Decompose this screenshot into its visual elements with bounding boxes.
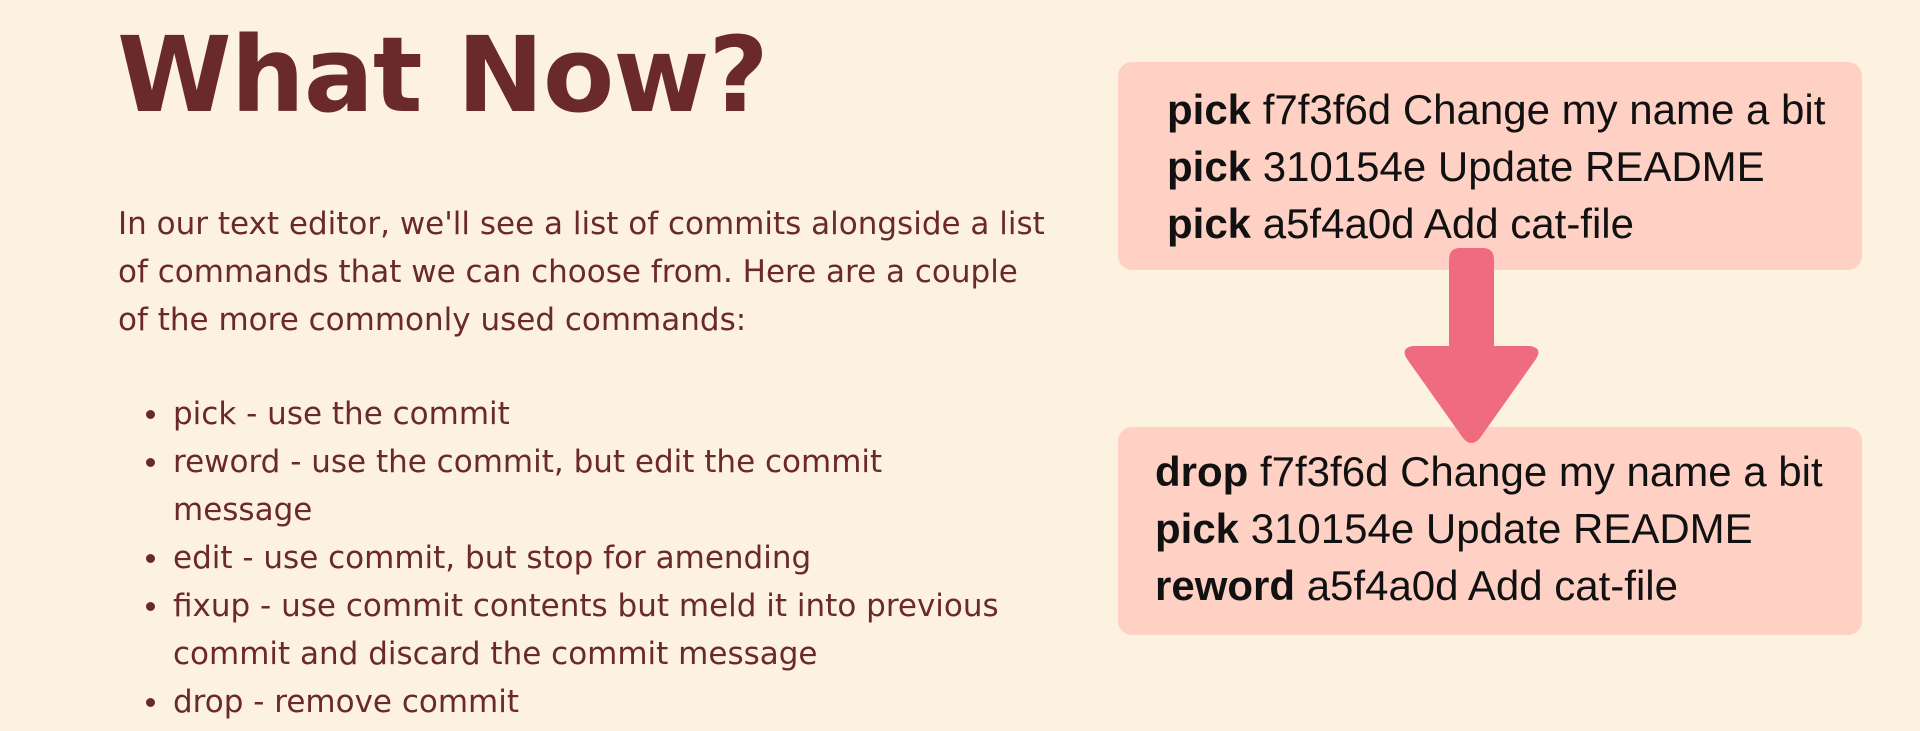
rebase-line: pick 310154e Update README: [1167, 138, 1862, 195]
rebase-line: pick f7f3f6d Change my name a bit: [1167, 81, 1862, 138]
list-item: edit - use commit, but stop for amending: [118, 534, 1018, 582]
list-item-text: fixup - use commit contents but meld it …: [173, 588, 999, 672]
list-item: drop - remove commit: [118, 678, 1018, 726]
rebase-command: pick: [1155, 505, 1240, 552]
list-item-text: pick - use the commit: [173, 396, 510, 432]
rebase-after-box: drop f7f3f6d Change my name a bit pick 3…: [1118, 427, 1862, 635]
rebase-commit: f7f3f6d Change my name a bit: [1251, 86, 1826, 133]
rebase-commit: f7f3f6d Change my name a bit: [1248, 448, 1823, 495]
bullet-icon: [146, 410, 155, 419]
list-item-text: edit - use commit, but stop for amending: [173, 540, 812, 576]
bullet-icon: [146, 458, 155, 467]
bullet-icon: [146, 554, 155, 563]
rebase-line: drop f7f3f6d Change my name a bit: [1155, 443, 1862, 500]
rebase-command: pick: [1167, 200, 1252, 247]
list-item: fixup - use commit contents but meld it …: [118, 582, 1018, 678]
page-title: What Now?: [117, 14, 769, 136]
bullet-icon: [146, 698, 155, 707]
rebase-commit: 310154e Update README: [1239, 505, 1753, 552]
down-arrow-shape: [1404, 248, 1539, 443]
rebase-commit: 310154e Update README: [1251, 143, 1765, 190]
rebase-line: reword a5f4a0d Add cat-file: [1155, 557, 1862, 614]
bullet-icon: [146, 602, 155, 611]
rebase-command: drop: [1155, 448, 1249, 495]
down-arrow-icon: [1404, 248, 1539, 443]
rebase-command: pick: [1167, 86, 1252, 133]
list-item: pick - use the commit: [118, 390, 1018, 438]
rebase-command: reword: [1155, 562, 1296, 609]
rebase-command: pick: [1167, 143, 1252, 190]
intro-paragraph: In our text editor, we'll see a list of …: [118, 206, 1045, 338]
rebase-line: pick 310154e Update README: [1155, 500, 1862, 557]
list-item-text: drop - remove commit: [173, 684, 520, 720]
command-list: pick - use the commit reword - use the c…: [118, 390, 1018, 726]
rebase-line: pick a5f4a0d Add cat-file: [1167, 195, 1862, 252]
list-item: reword - use the commit, but edit the co…: [118, 438, 1018, 534]
rebase-commit: a5f4a0d Add cat-file: [1295, 562, 1678, 609]
rebase-commit: a5f4a0d Add cat-file: [1251, 200, 1634, 247]
rebase-before-box: pick f7f3f6d Change my name a bit pick 3…: [1118, 62, 1862, 270]
list-item-text: reword - use the commit, but edit the co…: [173, 444, 883, 528]
